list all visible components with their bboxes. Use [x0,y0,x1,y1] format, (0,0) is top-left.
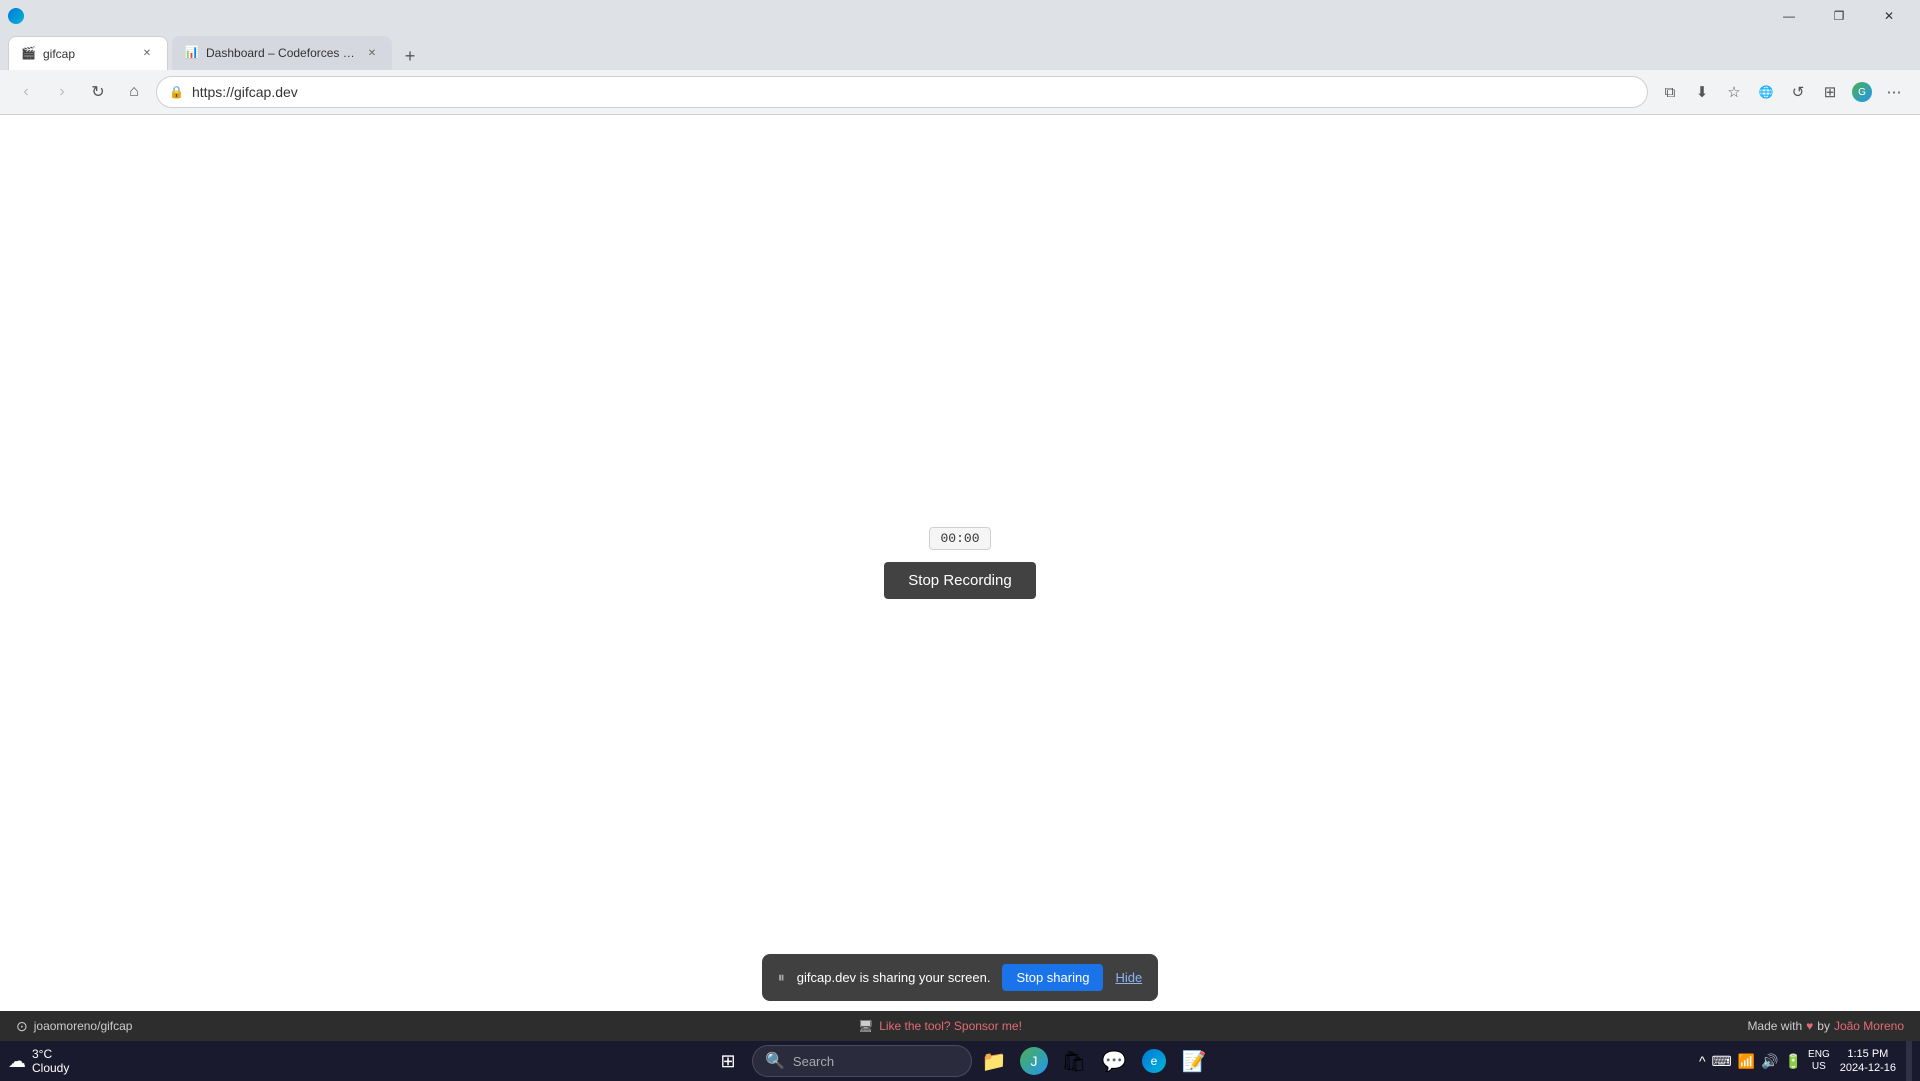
tab-codeforces[interactable]: 📊 Dashboard – Codeforces Round... ✕ [172,36,392,70]
tab-favicon-codeforces: 📊 [184,45,200,61]
back-button[interactable]: ‹ [12,78,40,106]
address-bar-row: ‹ › ↻ ⌂ 🔒 https://gifcap.dev ⧉ ⬇ ☆ 🌐 ↺ ⊞… [0,70,1920,114]
clock-date: 2024-12-16 [1840,1061,1896,1075]
sharing-bar: ⏸ gifcap.dev is sharing your screen. Sto… [0,944,1920,1011]
taskbar-right: ^ ⌨ 📶 🔊 🔋 ENGUS 1:15 PM 2024-12-16 [1699,1041,1920,1081]
show-desktop-button[interactable] [1906,1041,1912,1081]
browser-logo [8,8,24,24]
weather-icon: ☁ [8,1051,26,1072]
title-bar: — ❐ ✕ [0,0,1920,32]
favorites-button[interactable]: ☆ [1720,78,1748,106]
toolbar-icons: ⧉ ⬇ ☆ 🌐 ↺ ⊞ G ⋯ [1656,78,1908,106]
github-icon: ⊙ [16,1018,28,1035]
author-link[interactable]: João Moreno [1834,1019,1904,1033]
immersive-reader-button[interactable]: 🌐 [1752,78,1780,106]
tray-keyboard: ⌨ [1712,1053,1732,1070]
tab-gifcap[interactable]: 🎬 gifcap ✕ [8,36,168,70]
clock-time: 1:15 PM [1847,1047,1888,1061]
extensions-button[interactable]: ⧉ [1656,78,1684,106]
sharing-popup: ⏸ gifcap.dev is sharing your screen. Sto… [762,954,1158,1001]
tab-favicon-gifcap: 🎬 [21,46,37,62]
made-with-text: Made with [1747,1019,1802,1033]
sponsor-icon: 🖥 [858,1019,873,1033]
tray-battery[interactable]: 🔋 [1785,1053,1802,1070]
system-tray: ^ ⌨ 📶 🔊 🔋 ENGUS [1699,1049,1830,1073]
heart-icon: ♥ [1806,1019,1813,1033]
sponsor-link[interactable]: Like the tool? Sponsor me! [879,1019,1022,1033]
profile-button[interactable]: G [1848,78,1876,106]
sharing-pause-icon: ⏸ [778,969,785,986]
taskbar-app-file-explorer[interactable]: 📁 [976,1043,1012,1079]
footer-center: 🖥 Like the tool? Sponsor me! [858,1019,1022,1033]
tab-bar: 🎬 gifcap ✕ 📊 Dashboard – Codeforces Roun… [0,32,1920,70]
clock[interactable]: 1:15 PM 2024-12-16 [1832,1047,1904,1076]
recording-timer: 00:00 [929,527,990,550]
close-button[interactable]: ✕ [1866,0,1912,32]
tray-volume[interactable]: 🔊 [1761,1053,1778,1070]
taskbar: ☁ 3°C Cloudy ⊞ 🔍 Search 📁 J 🛍 💬 e [0,1041,1920,1081]
temperature-text: 3°C [32,1047,69,1061]
title-bar-controls: — ❐ ✕ [1766,0,1912,32]
minimize-button[interactable]: — [1766,0,1812,32]
forward-button[interactable]: › [48,78,76,106]
stop-recording-button[interactable]: Stop Recording [884,562,1035,599]
tray-network[interactable]: 📶 [1738,1053,1755,1070]
footer-left: ⊙ joaomoreno/gifcap [16,1018,132,1035]
home-button[interactable]: ⌂ [120,78,148,106]
taskbar-app-store[interactable]: 🛍 [1056,1043,1092,1079]
sharing-message: gifcap.dev is sharing your screen. [797,970,991,985]
search-text: Search [793,1054,834,1069]
taskbar-search[interactable]: 🔍 Search [752,1045,972,1077]
tray-chevron[interactable]: ^ [1699,1053,1706,1069]
address-bar[interactable]: 🔒 https://gifcap.dev [156,76,1648,108]
search-icon: 🔍 [765,1051,785,1071]
tab-title-gifcap: gifcap [43,47,133,61]
hide-button[interactable]: Hide [1115,970,1142,985]
condition-text: Cloudy [32,1061,69,1075]
taskbar-center: ⊞ 🔍 Search 📁 J 🛍 💬 e 📝 [708,1041,1212,1081]
weather-widget[interactable]: ☁ 3°C Cloudy [0,1047,77,1076]
start-button[interactable]: ⊞ [708,1041,748,1081]
maximize-button[interactable]: ❐ [1816,0,1862,32]
lock-icon: 🔒 [169,85,184,99]
sync-button[interactable]: ↺ [1784,78,1812,106]
tab-close-codeforces[interactable]: ✕ [364,45,380,61]
new-tab-button[interactable]: + [396,42,424,70]
downloads-button[interactable]: ⬇ [1688,78,1716,106]
by-text: by [1817,1019,1830,1033]
menu-button[interactable]: ⋯ [1880,78,1908,106]
taskbar-app-avatar[interactable]: J [1016,1043,1052,1079]
url-text: https://gifcap.dev [192,84,1635,100]
taskbar-app-discord[interactable]: 💬 [1096,1043,1132,1079]
taskbar-app-vscode[interactable]: 📝 [1176,1043,1212,1079]
footer-bar: ⊙ joaomoreno/gifcap 🖥 Like the tool? Spo… [0,1011,1920,1041]
tray-lang[interactable]: ENGUS [1808,1049,1830,1073]
main-content: 00:00 Stop Recording ⏸ gifcap.dev is sha… [0,115,1920,1011]
taskbar-app-browser[interactable]: e [1136,1043,1172,1079]
footer-right: Made with ♥ by João Moreno [1747,1019,1904,1033]
tab-close-gifcap[interactable]: ✕ [139,46,155,62]
title-bar-left [8,8,24,24]
tab-title-codeforces: Dashboard – Codeforces Round... [206,46,358,60]
stop-sharing-button[interactable]: Stop sharing [1002,964,1103,991]
repo-link[interactable]: joaomoreno/gifcap [34,1019,133,1033]
refresh-button[interactable]: ↻ [84,78,112,106]
split-view-button[interactable]: ⊞ [1816,78,1844,106]
